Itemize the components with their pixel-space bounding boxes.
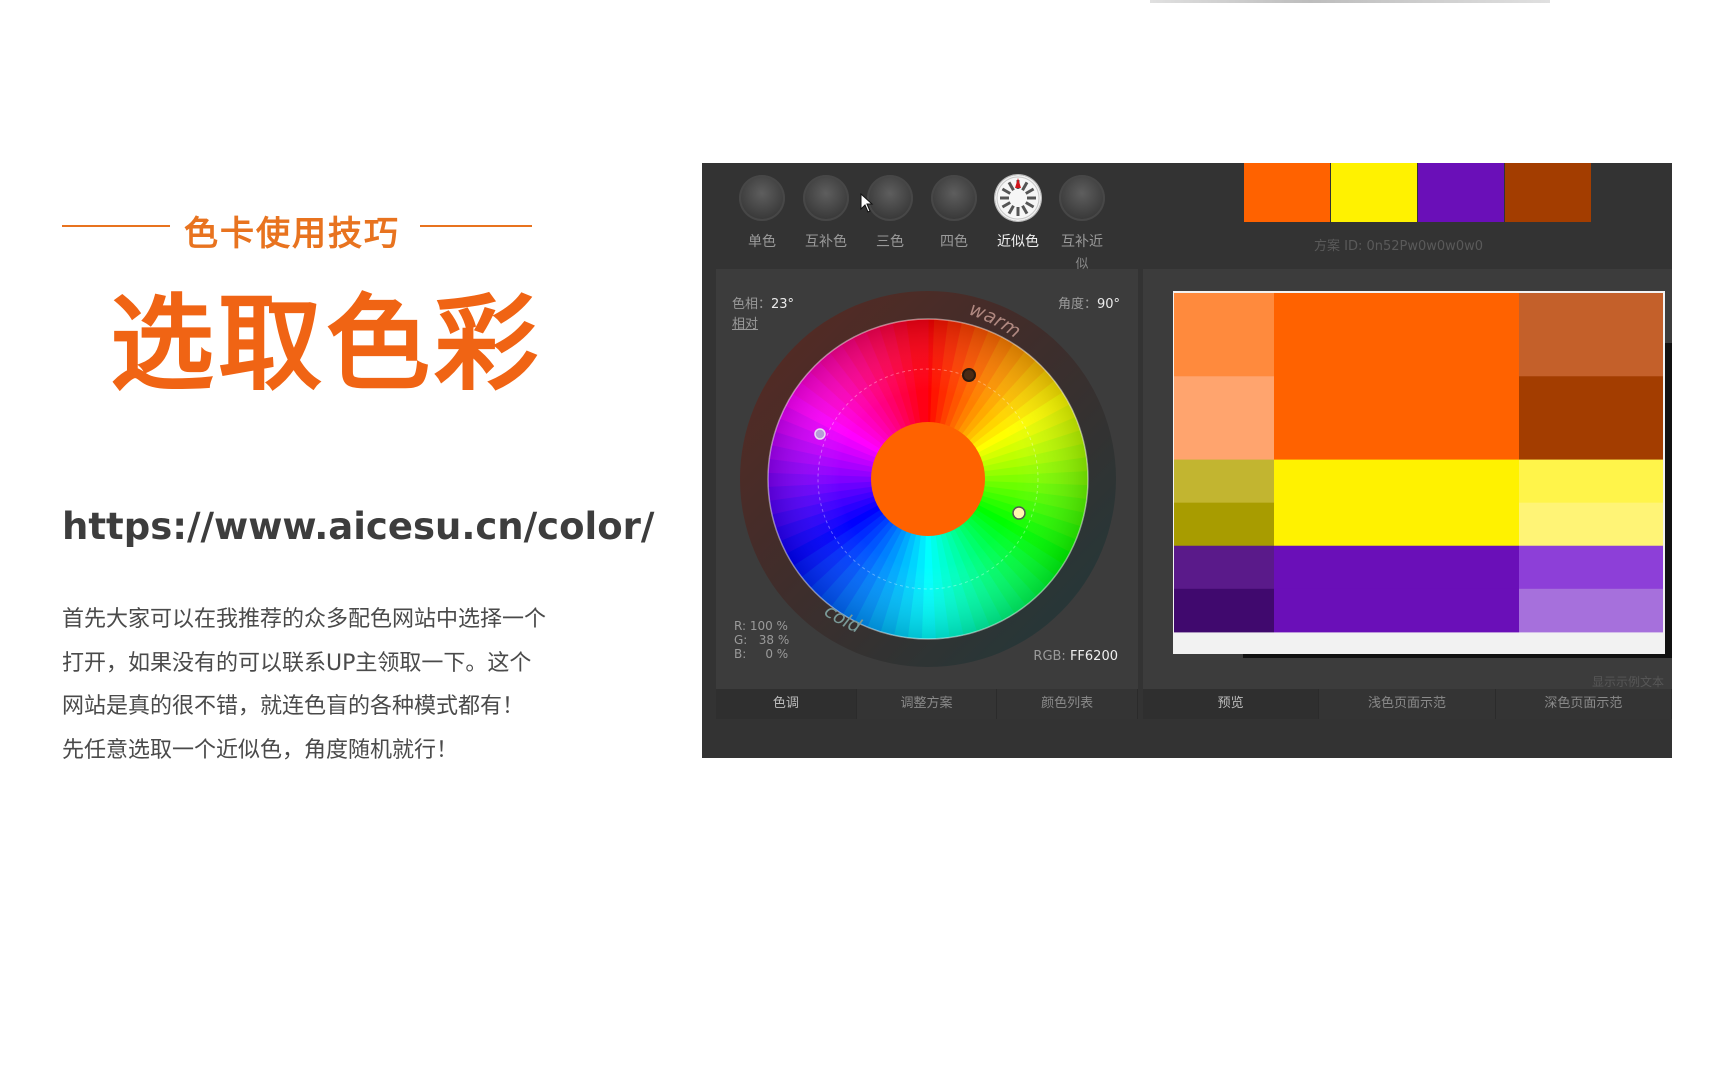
preview-color-cell	[1174, 376, 1274, 461]
angle-label: 角度：	[1057, 297, 1097, 312]
slide-subtitle: 色卡使用技巧	[184, 214, 400, 254]
mouse-cursor-icon	[860, 193, 874, 213]
preview-color-cell	[1274, 293, 1519, 377]
tab-light-page-demo[interactable]: 浅色页面示范	[1319, 689, 1496, 719]
rgb-b: B: 0 %	[734, 647, 789, 661]
preview-tabs: 预览 浅色页面示范 深色页面示范	[1143, 689, 1672, 719]
preview-color-cell	[1174, 502, 1274, 547]
preview-color-cell	[1519, 293, 1663, 377]
mode-split-complementary[interactable]: 互补近 似	[1052, 175, 1112, 272]
mode-knob-icon	[931, 175, 977, 221]
tab-adjust-scheme[interactable]: 调整方案	[856, 689, 998, 719]
description-line: 先任意选取一个近似色，角度随机就行！	[62, 737, 459, 763]
mode-knob-icon	[739, 175, 785, 221]
mode-analogous[interactable]: 近似色	[988, 175, 1048, 251]
subtitle-row: 色卡使用技巧	[62, 200, 532, 254]
mode-label: 单色	[748, 234, 776, 250]
slide-description: 首先大家可以在我推荐的众多配色网站中选择一个 打开，如果没有的可以联系UP主领取…	[62, 598, 622, 772]
preview-color-cell	[1274, 545, 1519, 590]
mode-mono[interactable]: 单色	[732, 175, 792, 251]
hue-readout: 色相：23°	[732, 293, 794, 312]
preview-color-cell	[1519, 545, 1663, 590]
rgb-hex-readout: RGB: FF6200	[1033, 649, 1118, 664]
tab-color-list[interactable]: 颜色列表	[997, 689, 1139, 719]
rgb-r: R: 100 %	[734, 619, 788, 633]
mode-label: 互补色	[805, 234, 847, 250]
relative-link[interactable]: 相对	[732, 313, 758, 332]
slide-title: 选取色彩	[110, 283, 543, 405]
mode-knob-icon	[803, 175, 849, 221]
hue-label: 色相：	[732, 297, 772, 312]
tab-dark-page-demo[interactable]: 深色页面示范	[1495, 689, 1672, 719]
top-window-edge	[1150, 0, 1550, 3]
wheel-tabs: 色调 调整方案 颜色列表	[716, 689, 1139, 719]
website-url: https://www.aicesu.cn/color/	[62, 505, 655, 548]
preview-color-cell	[1174, 459, 1274, 504]
preview-color-cell	[1174, 545, 1274, 590]
rgb-percent-readout: R: 100 % G: 38 % B: 0 %	[734, 619, 789, 661]
hue-marker-primary[interactable]	[962, 368, 976, 382]
tab-preview[interactable]: 预览	[1143, 689, 1320, 719]
scheme-swatch[interactable]	[1505, 163, 1591, 222]
rgb-hex-value: FF6200	[1069, 649, 1118, 664]
scheme-swatch[interactable]	[1331, 163, 1417, 222]
preview-color-cell	[1274, 588, 1519, 633]
mode-tetrad[interactable]: 四色	[924, 175, 984, 251]
preview-color-cell	[1174, 588, 1274, 633]
tab-hue[interactable]: 色调	[716, 689, 857, 719]
preview-card: 显示示例文本 预览 浅色页面示范 深色页面示范	[1143, 269, 1672, 719]
angle-value: 90°	[1096, 297, 1120, 312]
hue-value: 23°	[771, 297, 795, 312]
preview-color-cell	[1519, 502, 1663, 547]
preview-color-cell	[1274, 376, 1519, 461]
scheme-id-text: 方案 ID: 0n52Pw0w0w0w0	[1314, 239, 1483, 254]
preview-color-cell	[1519, 588, 1663, 633]
rgb-hex-label: RGB:	[1033, 649, 1070, 664]
mode-triad[interactable]: 三色	[860, 175, 920, 251]
mode-label: 互补近	[1061, 234, 1103, 250]
preview-color-cell	[1274, 502, 1519, 547]
color-tool-screenshot: 单色 互补色 三色 四色 近似色 互补近 似 方案 ID: 0n52Pw0w0w…	[702, 163, 1672, 758]
mode-complementary[interactable]: 互补色	[796, 175, 856, 251]
preview-color-cell	[1174, 293, 1274, 377]
scheme-swatch[interactable]	[1244, 163, 1330, 222]
scheme-swatch-strip	[1244, 163, 1592, 222]
description-line: 打开，如果没有的可以联系UP主领取一下。这个	[62, 650, 532, 676]
base-color-center[interactable]	[871, 422, 985, 536]
mode-knob-analogous-icon	[995, 175, 1041, 221]
subtitle-divider-left	[62, 225, 170, 227]
hue-marker-secondary[interactable]	[814, 428, 826, 440]
hue-marker-tertiary[interactable]	[1012, 506, 1026, 520]
mode-label: 四色	[940, 234, 968, 250]
mode-label: 近似色	[997, 234, 1039, 250]
color-wheel-card: warm cold 色相：23° 相对 角度：90° R: 100 % G: 3…	[716, 269, 1139, 719]
preview-color-cell	[1519, 376, 1663, 461]
preview-color-cell	[1519, 459, 1663, 504]
subtitle-divider-right	[420, 225, 532, 227]
color-preview-grid	[1174, 293, 1663, 633]
mode-knob-icon	[1059, 175, 1105, 221]
rgb-g: G: 38 %	[734, 633, 790, 647]
color-wheel[interactable]: warm cold	[738, 289, 1118, 669]
description-line: 网站是真的很不错，就连色盲的各种模式都有！	[62, 694, 525, 719]
analogous-dial-icon	[996, 176, 1040, 220]
preview-color-cell	[1274, 459, 1519, 504]
angle-readout: 角度：90°	[1058, 293, 1120, 312]
sample-text-toggle[interactable]: 显示示例文本	[1592, 673, 1664, 690]
description-line: 首先大家可以在我推荐的众多配色网站中选择一个	[62, 607, 547, 632]
scheme-swatch[interactable]	[1418, 163, 1504, 222]
mode-label: 三色	[876, 234, 904, 250]
